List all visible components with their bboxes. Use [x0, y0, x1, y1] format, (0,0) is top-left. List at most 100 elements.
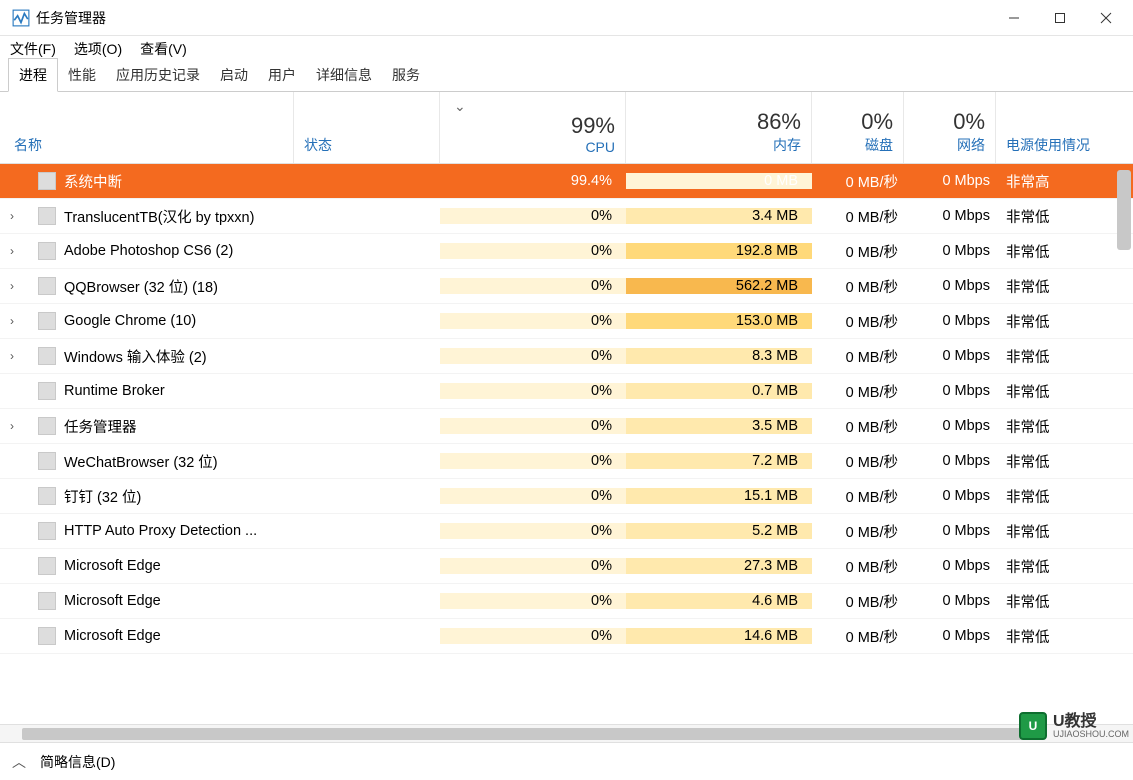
cpu-cell: 0%: [440, 523, 626, 539]
power-cell: 非常低: [996, 556, 1133, 577]
tab-app-history[interactable]: 应用历史记录: [106, 59, 210, 91]
cpu-cell: 0%: [440, 208, 626, 224]
memory-cell: 5.2 MB: [626, 523, 812, 539]
table-row[interactable]: ›TranslucentTB(汉化 by tpxxn)0%3.4 MB0 MB/…: [0, 199, 1133, 234]
tab-services[interactable]: 服务: [382, 59, 430, 91]
process-name: Google Chrome (10): [24, 312, 294, 330]
expand-chevron-icon[interactable]: ›: [0, 279, 24, 293]
minimize-button[interactable]: [991, 2, 1037, 34]
cpu-cell: 99.4%: [440, 173, 626, 189]
process-icon: [38, 627, 56, 645]
header-disk[interactable]: 0% 磁盘: [812, 92, 904, 163]
table-row[interactable]: 钉钉 (32 位)0%15.1 MB0 MB/秒0 Mbps非常低: [0, 479, 1133, 514]
power-cell: 非常低: [996, 521, 1133, 542]
tab-details[interactable]: 详细信息: [306, 59, 382, 91]
process-name: HTTP Auto Proxy Detection ...: [24, 522, 294, 540]
vertical-scrollbar[interactable]: [1117, 170, 1131, 250]
maximize-button[interactable]: [1037, 2, 1083, 34]
process-icon: [38, 382, 56, 400]
table-row[interactable]: Microsoft Edge0%27.3 MB0 MB/秒0 Mbps非常低: [0, 549, 1133, 584]
sort-chevron-down-icon: ⌄: [454, 98, 466, 115]
tab-users[interactable]: 用户: [258, 59, 306, 91]
menu-options[interactable]: 选项(O): [74, 39, 122, 59]
process-icon: [38, 522, 56, 540]
header-mem-label: 内存: [626, 135, 801, 155]
fewer-details-button[interactable]: 简略信息(D): [40, 752, 115, 772]
process-icon: [38, 557, 56, 575]
table-row[interactable]: Runtime Broker0%0.7 MB0 MB/秒0 Mbps非常低: [0, 374, 1133, 409]
expand-chevron-icon[interactable]: ›: [0, 209, 24, 223]
cpu-cell: 0%: [440, 418, 626, 434]
process-name: Runtime Broker: [24, 382, 294, 400]
power-cell: 非常低: [996, 276, 1133, 297]
memory-cell: 4.6 MB: [626, 593, 812, 609]
process-icon: [38, 242, 56, 260]
disk-cell: 0 MB/秒: [812, 346, 904, 367]
network-cell: 0 Mbps: [904, 593, 996, 609]
header-memory[interactable]: 86% 内存: [626, 92, 812, 163]
horizontal-scrollbar[interactable]: [0, 724, 1133, 742]
network-cell: 0 Mbps: [904, 558, 996, 574]
tab-processes[interactable]: 进程: [8, 58, 58, 92]
header-cpu-pct: 99%: [440, 113, 615, 139]
disk-cell: 0 MB/秒: [812, 276, 904, 297]
header-network[interactable]: 0% 网络: [904, 92, 996, 163]
process-name: Microsoft Edge: [24, 627, 294, 645]
memory-cell: 15.1 MB: [626, 488, 812, 504]
table-row[interactable]: HTTP Auto Proxy Detection ... 0%5.2 MB0 M…: [0, 514, 1133, 549]
menu-view[interactable]: 查看(V): [140, 39, 187, 59]
cpu-cell: 0%: [440, 313, 626, 329]
watermark: U U教授 UJIAOSHOU.COM: [1019, 712, 1129, 740]
power-cell: 非常低: [996, 626, 1133, 647]
network-cell: 0 Mbps: [904, 278, 996, 294]
disk-cell: 0 MB/秒: [812, 521, 904, 542]
network-cell: 0 Mbps: [904, 208, 996, 224]
process-name: Microsoft Edge: [24, 557, 294, 575]
expand-chevron-icon[interactable]: ›: [0, 314, 24, 328]
table-row[interactable]: ›Google Chrome (10)0%153.0 MB0 MB/秒0 Mbp…: [0, 304, 1133, 339]
disk-cell: 0 MB/秒: [812, 171, 904, 192]
process-name: Windows 输入体验 (2): [24, 346, 294, 367]
process-icon: [38, 452, 56, 470]
header-cpu[interactable]: ⌄ 99% CPU: [440, 92, 626, 163]
disk-cell: 0 MB/秒: [812, 451, 904, 472]
header-power[interactable]: 电源使用情况: [996, 92, 1133, 163]
table-row[interactable]: Microsoft Edge0%14.6 MB0 MB/秒0 Mbps非常低: [0, 619, 1133, 654]
cpu-cell: 0%: [440, 243, 626, 259]
disk-cell: 0 MB/秒: [812, 591, 904, 612]
tab-startup[interactable]: 启动: [210, 59, 258, 91]
table-row[interactable]: Microsoft Edge0%4.6 MB0 MB/秒0 Mbps非常低: [0, 584, 1133, 619]
disk-cell: 0 MB/秒: [812, 381, 904, 402]
process-icon: [38, 277, 56, 295]
expand-chevron-icon[interactable]: ›: [0, 244, 24, 258]
close-button[interactable]: [1083, 2, 1129, 34]
table-row[interactable]: ›QQBrowser (32 位) (18)0%562.2 MB0 MB/秒0 …: [0, 269, 1133, 304]
process-icon: [38, 207, 56, 225]
power-cell: 非常低: [996, 486, 1133, 507]
table-row[interactable]: ›Windows 输入体验 (2)0%8.3 MB0 MB/秒0 Mbps非常低: [0, 339, 1133, 374]
menu-file[interactable]: 文件(F): [10, 39, 56, 59]
process-icon: [38, 592, 56, 610]
cpu-cell: 0%: [440, 453, 626, 469]
process-icon: [38, 487, 56, 505]
memory-cell: 153.0 MB: [626, 313, 812, 329]
table-row[interactable]: ›任务管理器0%3.5 MB0 MB/秒0 Mbps非常低: [0, 409, 1133, 444]
disk-cell: 0 MB/秒: [812, 486, 904, 507]
process-list[interactable]: 系统中断99.4%0 MB0 MB/秒0 Mbps非常高›Translucent…: [0, 164, 1133, 724]
process-name: 任务管理器: [24, 416, 294, 437]
table-row[interactable]: 系统中断99.4%0 MB0 MB/秒0 Mbps非常高: [0, 164, 1133, 199]
expand-chevron-icon[interactable]: ›: [0, 349, 24, 363]
window-title: 任务管理器: [36, 8, 991, 28]
table-row[interactable]: ›Adobe Photoshop CS6 (2)0%192.8 MB0 MB/秒…: [0, 234, 1133, 269]
chevron-up-icon[interactable]: ︿: [12, 752, 26, 772]
power-cell: 非常低: [996, 381, 1133, 402]
header-name[interactable]: 名称: [0, 92, 294, 163]
process-name: TranslucentTB(汉化 by tpxxn): [24, 206, 294, 227]
expand-chevron-icon[interactable]: ›: [0, 419, 24, 433]
column-headers: 名称 状态 ⌄ 99% CPU 86% 内存 0% 磁盘 0% 网络 电源使用情…: [0, 92, 1133, 164]
tab-performance[interactable]: 性能: [58, 59, 106, 91]
memory-cell: 3.4 MB: [626, 208, 812, 224]
scrollbar-thumb[interactable]: [22, 728, 1022, 740]
table-row[interactable]: WeChatBrowser (32 位)0%7.2 MB0 MB/秒0 Mbps…: [0, 444, 1133, 479]
header-status[interactable]: 状态: [294, 92, 440, 163]
